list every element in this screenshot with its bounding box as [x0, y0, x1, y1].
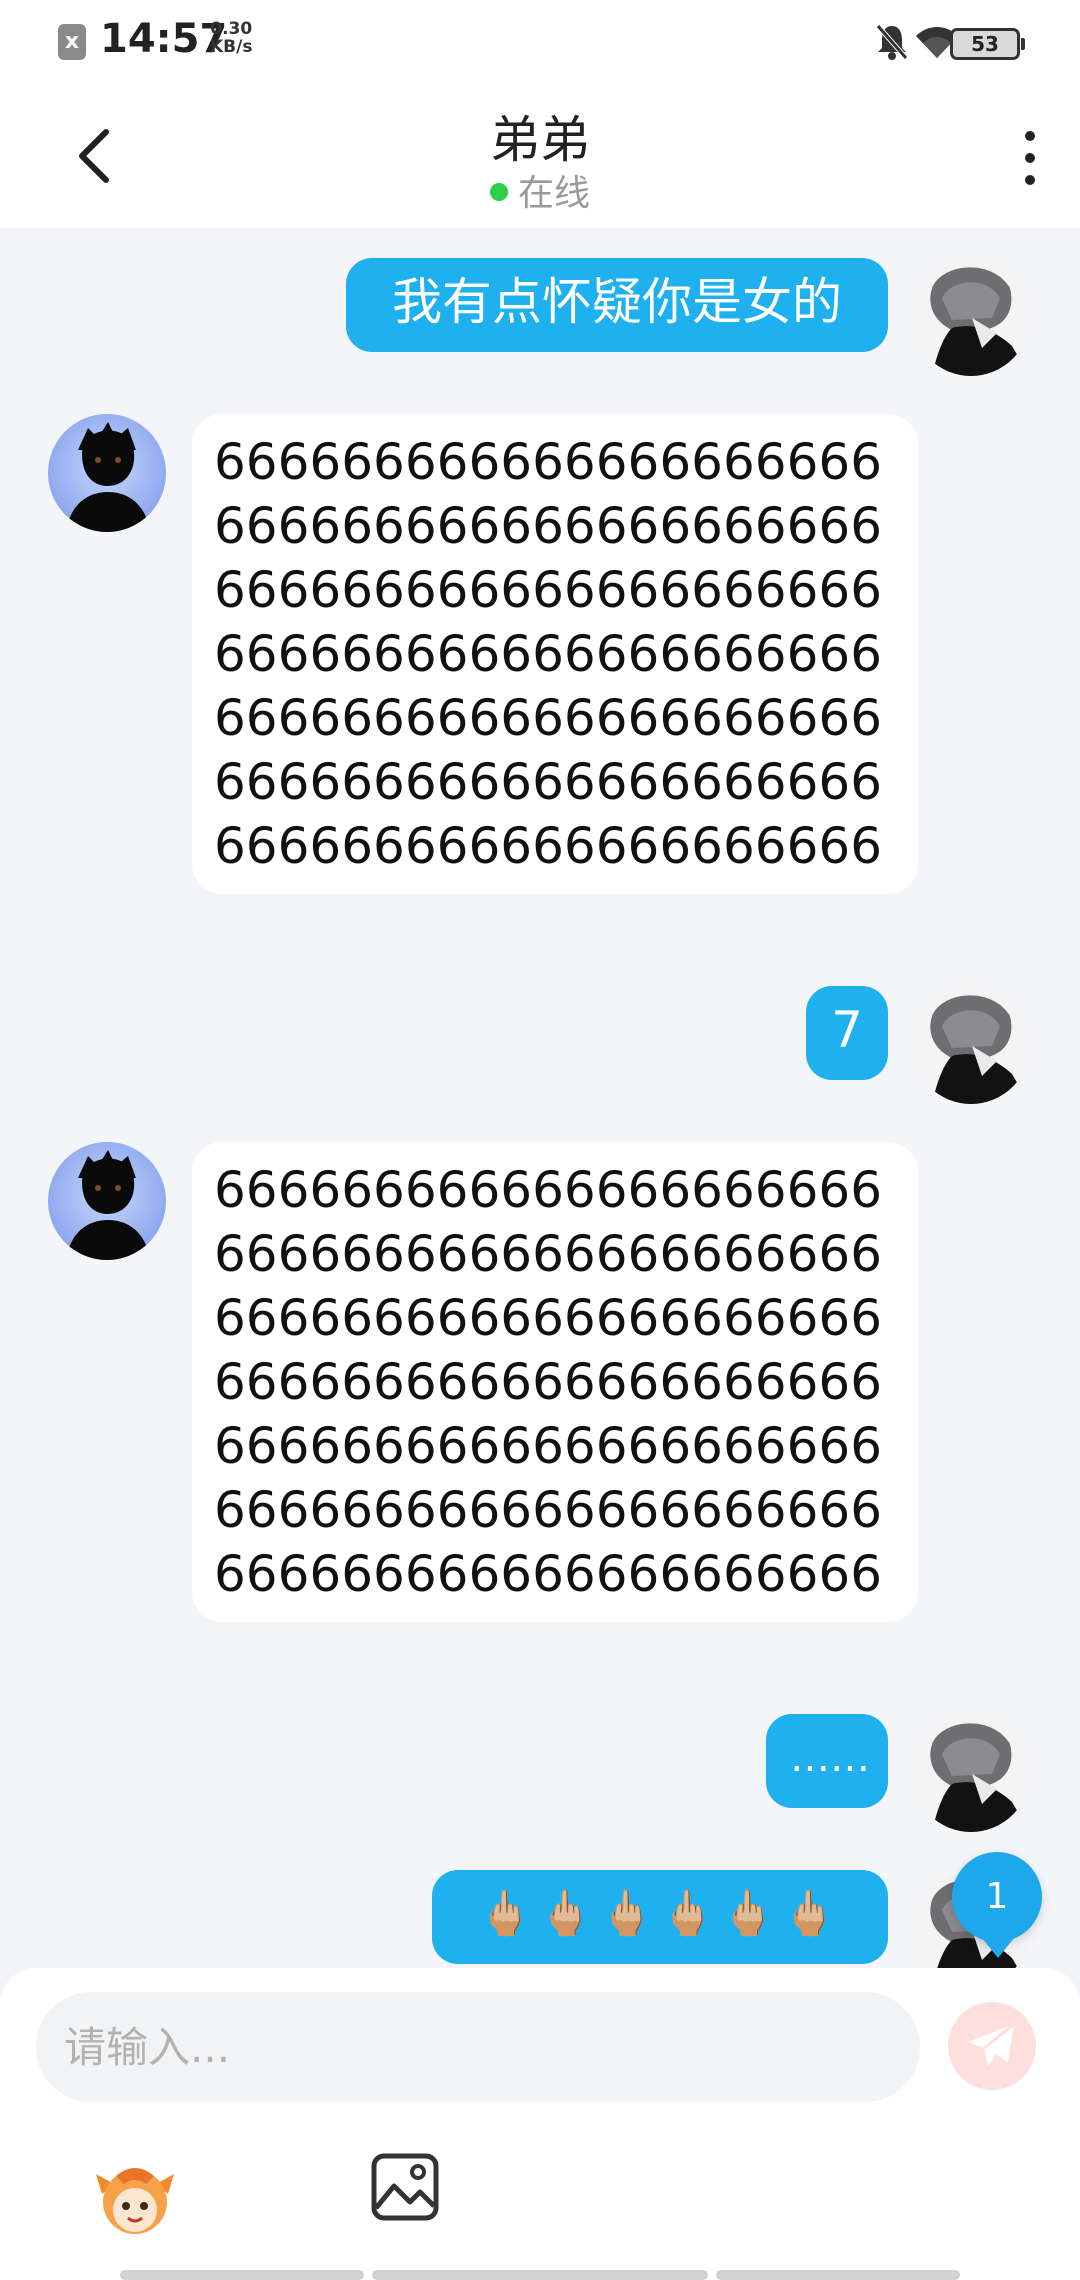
- status-bar: x 14:57 0.30 KB/s 53: [0, 0, 1080, 84]
- bottom-tab-indicators: [0, 2270, 1080, 2280]
- send-icon: [968, 2022, 1015, 2066]
- network-speed-value: 0.30: [210, 19, 253, 39]
- tab-indicator: [372, 2270, 708, 2280]
- silhouette-avatar-icon: [66, 422, 150, 532]
- message-input[interactable]: [36, 1992, 920, 2102]
- message-bubble-incoming[interactable]: 6666666666666666666666666666666666666666…: [192, 1142, 918, 1622]
- message-list[interactable]: 我有点怀疑你是女的 666666666666666666666666666666…: [0, 228, 1080, 1968]
- no-sim-icon: x: [58, 24, 86, 60]
- network-speed: 0.30 KB/s: [210, 20, 252, 56]
- image-icon[interactable]: [370, 2152, 440, 2222]
- my-avatar[interactable]: [912, 1714, 1030, 1832]
- message-bubble-incoming[interactable]: 6666666666666666666666666666666666666666…: [192, 414, 918, 894]
- send-button[interactable]: [948, 2002, 1036, 2090]
- battery-icon: 53: [950, 28, 1025, 60]
- online-status-label: 在线: [517, 173, 590, 214]
- status-time: 14:57: [100, 16, 228, 62]
- tab-indicator: [716, 2270, 960, 2280]
- composer-panel: [0, 1968, 1080, 2280]
- network-speed-unit: KB/s: [210, 37, 253, 57]
- online-dot-icon: [489, 183, 508, 201]
- anime-avatar-icon: [912, 1714, 1030, 1832]
- message-bubble-outgoing[interactable]: 7: [806, 986, 888, 1080]
- chat-header: 弟弟 在线: [0, 84, 1080, 228]
- contact-avatar[interactable]: [48, 414, 166, 532]
- anime-avatar-icon: [912, 258, 1030, 376]
- tab-indicator: [120, 2270, 364, 2280]
- my-avatar[interactable]: [912, 986, 1030, 1104]
- more-vertical-icon[interactable]: [1016, 128, 1044, 188]
- message-bubble-outgoing[interactable]: 我有点怀疑你是女的: [346, 258, 888, 352]
- silhouette-avatar-icon: [66, 1150, 150, 1260]
- message-bubble-outgoing[interactable]: ……: [766, 1714, 888, 1808]
- bell-mute-icon: [876, 24, 908, 60]
- contact-avatar[interactable]: [48, 1142, 166, 1260]
- contact-status: 在线: [0, 164, 1080, 216]
- anime-avatar-icon: [912, 986, 1030, 1104]
- my-avatar[interactable]: [912, 258, 1030, 376]
- emoji-mascot-icon[interactable]: [92, 2154, 178, 2240]
- contact-name: 弟弟: [490, 111, 590, 169]
- message-bubble-outgoing[interactable]: 🖕🏼🖕🏼🖕🏼🖕🏼🖕🏼🖕🏼: [432, 1870, 888, 1964]
- unread-count-badge[interactable]: 1: [952, 1852, 1042, 1958]
